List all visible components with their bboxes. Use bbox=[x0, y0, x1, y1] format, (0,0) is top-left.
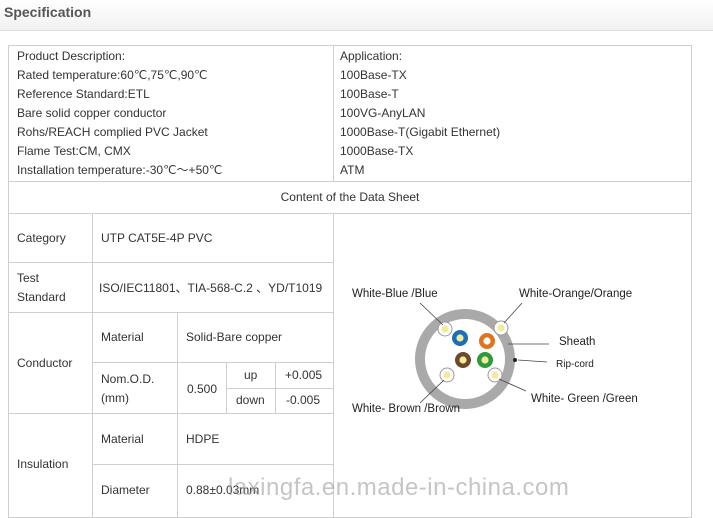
description-line: Bare solid copper conductor bbox=[17, 106, 167, 120]
insulation-label: Insulation bbox=[17, 457, 69, 471]
description-line: Installation temperature:-30℃～+50℃ bbox=[17, 163, 223, 177]
description-line: Reference Standard:ETL bbox=[17, 87, 150, 101]
cable-cross-section-svg: White-Blue /Blue White-Orange/Orange She… bbox=[352, 288, 638, 415]
insulation-material-label: Material bbox=[101, 432, 144, 446]
test-standard-value: ISO/IEC11801、TIA-568-C.2 、YD/T1019 bbox=[99, 281, 323, 295]
down-label: down bbox=[236, 393, 265, 407]
conductor-material-label-cell: Material bbox=[92, 312, 178, 363]
page-title: Specification bbox=[4, 4, 92, 20]
od-label-line2: (mm) bbox=[101, 391, 129, 405]
up-label: up bbox=[244, 368, 258, 382]
conductor-material-value-cell: Solid-Bare copper bbox=[177, 312, 334, 363]
description-line: Flame Test:CM, CMX bbox=[17, 144, 131, 158]
watermark: laxingfa.en.made-in-china.com bbox=[228, 474, 570, 501]
conductor-label: Conductor bbox=[17, 356, 73, 370]
category-label: Category bbox=[17, 231, 66, 245]
description-line: Rated temperature:60℃,75℃,90℃ bbox=[17, 68, 208, 82]
test-standard-label-line1: Test bbox=[17, 271, 40, 285]
application-line: ATM bbox=[340, 163, 365, 177]
application-line: 1000Base-TX bbox=[340, 144, 414, 158]
application-line: Application: bbox=[340, 49, 403, 63]
white-brown-label: White- Brown /Brown bbox=[352, 403, 460, 415]
insulation-diameter-label-cell: Diameter bbox=[92, 464, 178, 518]
white-orange-label: White-Orange/Orange bbox=[519, 288, 632, 300]
specification-header: Specification bbox=[0, 0, 713, 31]
datasheet-title: Content of the Data Sheet bbox=[280, 190, 420, 204]
application-line: 100Base-TX bbox=[340, 68, 407, 82]
white-green-label: White- Green /Green bbox=[531, 393, 638, 405]
up-value-cell: +0.005 bbox=[275, 362, 334, 389]
up-label-cell: up bbox=[226, 362, 276, 389]
white-blue-label: White-Blue /Blue bbox=[352, 288, 438, 300]
category-label-cell: Category bbox=[8, 213, 93, 263]
od-value-cell: 0.500 bbox=[177, 362, 227, 414]
application-line: 100Base-T bbox=[340, 87, 399, 101]
sheath-label: Sheath bbox=[559, 336, 595, 348]
insulation-material-value: HDPE bbox=[186, 432, 220, 446]
product-description-cell: Product Description: Rated temperature:6… bbox=[8, 45, 334, 182]
up-value: +0.005 bbox=[285, 368, 323, 382]
application-line: 1000Base-T(Gigabit Ethernet) bbox=[340, 125, 501, 139]
category-value: UTP CAT5E-4P PVC bbox=[101, 231, 213, 245]
insulation-label-cell: Insulation bbox=[8, 413, 93, 518]
ripcord-dot bbox=[513, 358, 517, 362]
down-label-cell: down bbox=[226, 388, 276, 414]
description-line: Product Description: bbox=[17, 49, 126, 63]
down-value: -0.005 bbox=[286, 393, 321, 407]
test-standard-value-cell: ISO/IEC11801、TIA-568-C.2 、YD/T1019 bbox=[92, 262, 334, 313]
product-description-list: Product Description: Rated temperature:6… bbox=[17, 47, 222, 180]
application-line: 100VG-AnyLAN bbox=[340, 106, 426, 120]
cable-cross-section-diagram: White-Blue /Blue White-Orange/Orange She… bbox=[334, 213, 692, 511]
ripcord-label: Rip-cord bbox=[556, 359, 594, 370]
test-standard-label-line2: Standard bbox=[17, 290, 66, 304]
down-value-cell: -0.005 bbox=[275, 388, 334, 414]
conductor-label-cell: Conductor bbox=[8, 312, 93, 414]
description-line: Rohs/REACH complied PVC Jacket bbox=[17, 125, 208, 139]
datasheet-title-row: Content of the Data Sheet bbox=[8, 181, 692, 214]
application-list: Application: 100Base-TX 100Base-T 100VG-… bbox=[340, 47, 500, 180]
insulation-material-label-cell: Material bbox=[92, 413, 178, 465]
application-cell: Application: 100Base-TX 100Base-T 100VG-… bbox=[333, 45, 692, 182]
od-label-line1: Nom.O.D. bbox=[101, 372, 155, 386]
conductor-material-label: Material bbox=[101, 330, 144, 344]
white-orange-leader bbox=[503, 302, 523, 324]
ripcord-leader bbox=[517, 359, 548, 363]
category-value-cell: UTP CAT5E-4P PVC bbox=[92, 213, 334, 263]
insulation-material-value-cell: HDPE bbox=[177, 413, 334, 465]
test-standard-label-cell: Test Standard bbox=[8, 262, 93, 313]
od-label-cell: Nom.O.D. (mm) bbox=[92, 362, 178, 414]
od-value: 0.500 bbox=[187, 382, 218, 396]
insulation-diameter-label: Diameter bbox=[101, 483, 150, 497]
conductor-material-value: Solid-Bare copper bbox=[186, 330, 283, 344]
white-blue-leader bbox=[419, 302, 444, 326]
